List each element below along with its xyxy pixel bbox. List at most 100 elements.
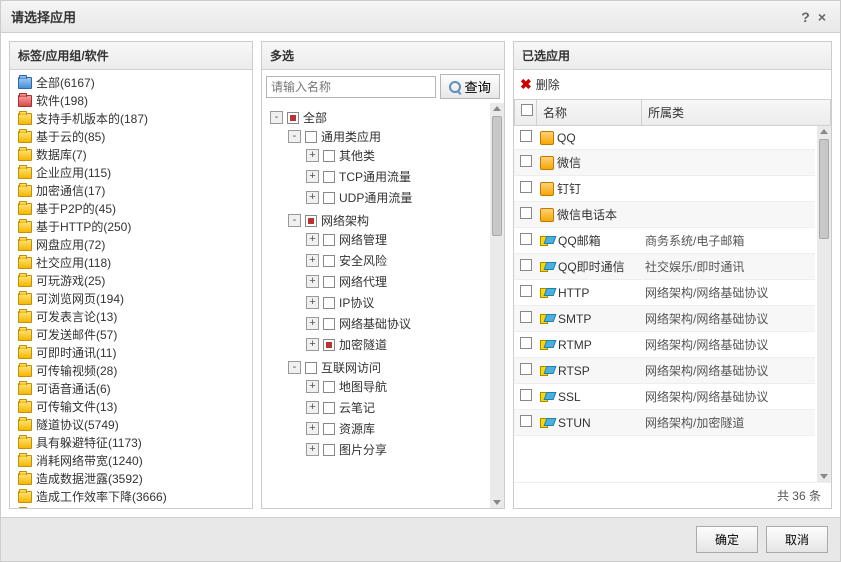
expand-icon[interactable]: + xyxy=(306,170,319,183)
ok-button[interactable]: 确定 xyxy=(696,526,758,553)
tree-checkbox[interactable] xyxy=(323,444,335,456)
tree-node[interactable]: +网络管理 xyxy=(306,231,486,248)
tree-checkbox[interactable] xyxy=(323,297,335,309)
tree-node[interactable]: +IP协议 xyxy=(306,294,486,311)
row-checkbox[interactable] xyxy=(520,233,532,245)
table-row[interactable]: RTSP网络架构/网络基础协议 xyxy=(514,358,815,384)
row-checkbox[interactable] xyxy=(520,155,532,167)
tree-node[interactable]: +其他类 xyxy=(306,147,486,164)
tag-item[interactable]: 支持手机版本的(187) xyxy=(14,110,248,128)
row-checkbox[interactable] xyxy=(520,389,532,401)
expand-icon[interactable]: + xyxy=(306,191,319,204)
row-checkbox[interactable] xyxy=(520,285,532,297)
table-row[interactable]: QQ邮箱商务系统/电子邮箱 xyxy=(514,228,815,254)
tag-item[interactable]: 造成数据泄露(3592) xyxy=(14,470,248,488)
tree-node[interactable]: -网络架构 xyxy=(288,212,486,229)
tag-item[interactable]: 网盘应用(72) xyxy=(14,236,248,254)
table-row[interactable]: SSL网络架构/网络基础协议 xyxy=(514,384,815,410)
tree-checkbox[interactable] xyxy=(323,234,335,246)
tag-item[interactable]: 可传输文件(13) xyxy=(14,398,248,416)
delete-button[interactable]: ✖ 删除 xyxy=(514,70,831,99)
expand-icon[interactable]: + xyxy=(306,296,319,309)
tree-checkbox[interactable] xyxy=(305,215,317,227)
table-row[interactable]: STUN网络架构/加密隧道 xyxy=(514,410,815,436)
table-row[interactable]: QQ xyxy=(514,126,815,150)
row-checkbox[interactable] xyxy=(520,181,532,193)
collapse-icon[interactable]: - xyxy=(288,130,301,143)
expand-icon[interactable]: + xyxy=(306,275,319,288)
tag-item[interactable]: 基于云的(85) xyxy=(14,128,248,146)
expand-icon[interactable]: + xyxy=(306,422,319,435)
tag-item[interactable]: 可传输视频(28) xyxy=(14,362,248,380)
tag-item[interactable]: 可发送邮件(57) xyxy=(14,326,248,344)
tag-item[interactable]: 造成工作效率下降(3666) xyxy=(14,488,248,506)
tree-node[interactable]: +网络代理 xyxy=(306,273,486,290)
row-checkbox[interactable] xyxy=(520,363,532,375)
tag-item[interactable]: 具有躲避特征(1173) xyxy=(14,434,248,452)
tree-node[interactable]: +云笔记 xyxy=(306,399,486,416)
tag-item[interactable]: 可语音通话(6) xyxy=(14,380,248,398)
tag-item[interactable]: 可浏览网页(194) xyxy=(14,290,248,308)
close-icon[interactable]: × xyxy=(814,9,830,25)
tree-node[interactable]: -通用类应用 xyxy=(288,128,486,145)
expand-icon[interactable]: + xyxy=(306,338,319,351)
row-checkbox[interactable] xyxy=(520,415,532,427)
tag-item[interactable]: 数据库(7) xyxy=(14,146,248,164)
expand-icon[interactable]: + xyxy=(306,443,319,456)
row-checkbox[interactable] xyxy=(520,259,532,271)
tag-item[interactable]: 隧道协议(5749) xyxy=(14,416,248,434)
tree-node[interactable]: +网络基础协议 xyxy=(306,315,486,332)
expand-icon[interactable]: + xyxy=(306,149,319,162)
tree-checkbox[interactable] xyxy=(323,318,335,330)
table-row[interactable]: HTTP网络架构/网络基础协议 xyxy=(514,280,815,306)
table-row[interactable]: 钉钉 xyxy=(514,176,815,202)
tree-checkbox[interactable] xyxy=(323,255,335,267)
tree-node[interactable]: +安全风险 xyxy=(306,252,486,269)
row-checkbox[interactable] xyxy=(520,337,532,349)
tree-checkbox[interactable] xyxy=(323,381,335,393)
row-checkbox[interactable] xyxy=(520,130,532,142)
tree-node[interactable]: +TCP通用流量 xyxy=(306,168,486,185)
tree-node[interactable]: +加密隧道 xyxy=(306,336,486,353)
expand-icon[interactable]: + xyxy=(306,233,319,246)
tag-item[interactable]: 消耗网络带宽(1240) xyxy=(14,452,248,470)
tree-checkbox[interactable] xyxy=(323,402,335,414)
tree-node[interactable]: -互联网访问 xyxy=(288,359,486,376)
tree-checkbox[interactable] xyxy=(305,131,317,143)
header-checkbox[interactable] xyxy=(521,104,533,116)
table-row[interactable]: SMTP网络架构/网络基础协议 xyxy=(514,306,815,332)
tag-item[interactable]: 基于P2P的(45) xyxy=(14,200,248,218)
tag-item[interactable]: 社交应用(118) xyxy=(14,254,248,272)
tree-node[interactable]: +资源库 xyxy=(306,420,486,437)
help-icon[interactable]: ? xyxy=(797,9,814,25)
tree-checkbox[interactable] xyxy=(287,112,299,124)
tag-item[interactable]: 加密通信(17) xyxy=(14,182,248,200)
tag-item[interactable]: 基于HTTP的(250) xyxy=(14,218,248,236)
table-row[interactable]: RTMP网络架构/网络基础协议 xyxy=(514,332,815,358)
tree-checkbox[interactable] xyxy=(305,362,317,374)
table-row[interactable]: 微信电话本 xyxy=(514,202,815,228)
table-row[interactable]: QQ即时通信社交娱乐/即时通讯 xyxy=(514,254,815,280)
tag-item[interactable]: 可发表言论(13) xyxy=(14,308,248,326)
expand-icon[interactable]: + xyxy=(306,380,319,393)
search-button[interactable]: 查询 xyxy=(440,74,500,99)
tree-checkbox[interactable] xyxy=(323,171,335,183)
expand-icon[interactable]: + xyxy=(306,254,319,267)
search-input[interactable] xyxy=(266,76,436,98)
collapse-icon[interactable]: - xyxy=(270,111,283,124)
tree-checkbox[interactable] xyxy=(323,276,335,288)
tag-item[interactable]: 全部(6167) xyxy=(14,74,248,92)
tree-node[interactable]: +图片分享 xyxy=(306,441,486,458)
tag-item[interactable]: 承载恶意软件(2677) xyxy=(14,506,248,508)
tree-checkbox[interactable] xyxy=(323,150,335,162)
row-checkbox[interactable] xyxy=(520,207,532,219)
row-checkbox[interactable] xyxy=(520,311,532,323)
tag-item[interactable]: 可即时通讯(11) xyxy=(14,344,248,362)
tag-item[interactable]: 企业应用(115) xyxy=(14,164,248,182)
tree-checkbox[interactable] xyxy=(323,339,335,351)
collapse-icon[interactable]: - xyxy=(288,214,301,227)
tree-node[interactable]: +地图导航 xyxy=(306,378,486,395)
selected-scrollbar[interactable] xyxy=(817,126,831,482)
tree-checkbox[interactable] xyxy=(323,423,335,435)
expand-icon[interactable]: + xyxy=(306,401,319,414)
